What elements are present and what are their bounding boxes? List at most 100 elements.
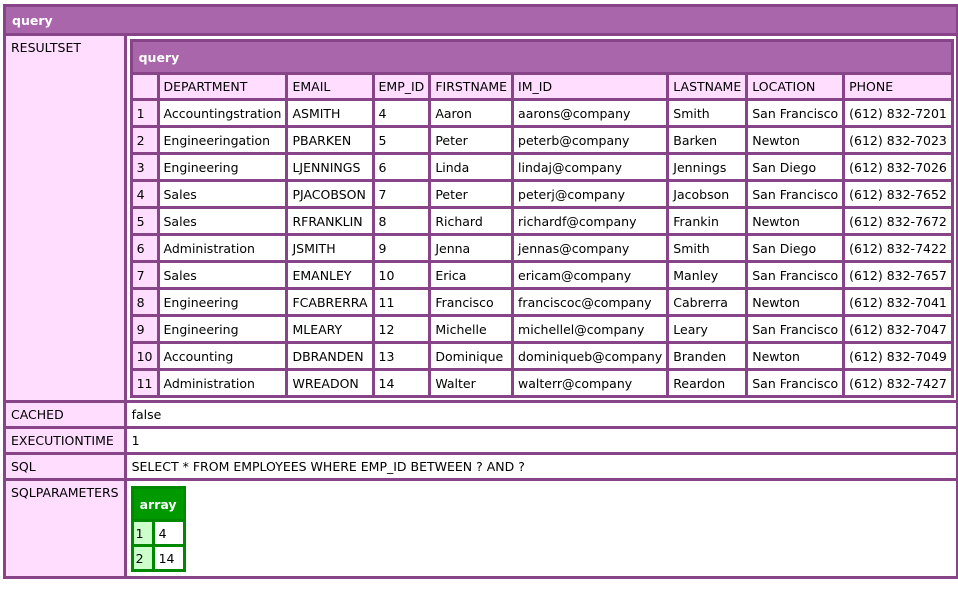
- cell-location: San Francisco: [748, 371, 843, 395]
- table-row: 5 Sales RFRANKLIN 8 Richard richardf@company F…: [132, 209, 951, 233]
- cell-email: PJACOBSON: [288, 182, 372, 206]
- cell-emp-id: 5: [374, 128, 429, 152]
- executiontime-value: 1: [126, 429, 956, 452]
- table-row: 10 Accounting DBRANDEN 13 Dominique dominique…: [132, 344, 951, 368]
- resultset-title[interactable]: query: [132, 42, 951, 72]
- sqlparameters-array: array 1 4 2 14: [130, 486, 186, 572]
- cell-email: EMANLEY: [288, 263, 372, 287]
- cell-department: Administration: [159, 236, 286, 260]
- cell-email: DBRANDEN: [288, 344, 372, 368]
- sql-value: SELECT * FROM EMPLOYEES WHERE EMP_ID BET…: [126, 455, 956, 478]
- array-item: 14: [133, 522, 183, 544]
- cell-location: Newton: [748, 128, 843, 152]
- column-header-emp-id: EMP_ID: [374, 75, 429, 98]
- cell-location: Newton: [748, 290, 843, 314]
- row-number[interactable]: 11: [132, 371, 157, 395]
- cell-emp-id: 14: [374, 371, 429, 395]
- cell-email: FCABRERRA: [288, 290, 372, 314]
- cell-firstname: Linda: [431, 155, 512, 179]
- row-number[interactable]: 7: [132, 263, 157, 287]
- sqlparameters-row: SQLPARAMETERS array 1 4 2 14: [6, 481, 956, 576]
- cell-firstname: Walter: [431, 371, 512, 395]
- table-row: 9 Engineering MLEARY 12 Michelle michellel@co…: [132, 317, 951, 341]
- column-header-email: EMAIL: [288, 75, 372, 98]
- cell-phone: (612) 832-7023: [845, 128, 951, 152]
- cell-emp-id: 13: [374, 344, 429, 368]
- resultset-value: query DEPARTMENT EMAIL EMP_ID FIRSTNAME IM_I…: [126, 36, 956, 400]
- column-header-firstname: FIRSTNAME: [431, 75, 512, 98]
- cached-value: false: [126, 403, 956, 426]
- cell-firstname: Francisco: [431, 290, 512, 314]
- cell-im-id: ericam@company: [514, 263, 667, 287]
- cell-lastname: Leary: [669, 317, 746, 341]
- cell-lastname: Reardon: [669, 371, 746, 395]
- row-number[interactable]: 1: [132, 101, 157, 125]
- cell-im-id: michellel@company: [514, 317, 667, 341]
- executiontime-label[interactable]: EXECUTIONTIME: [6, 429, 124, 452]
- cell-lastname: Frankin: [669, 209, 746, 233]
- resultset-label[interactable]: RESULTSET: [6, 36, 124, 400]
- cell-im-id: richardf@company: [514, 209, 667, 233]
- cached-row: CACHED false: [6, 403, 956, 426]
- column-header-im-id: IM_ID: [514, 75, 667, 98]
- cell-phone: (612) 832-7427: [845, 371, 951, 395]
- sql-label[interactable]: SQL: [6, 455, 124, 478]
- cached-label[interactable]: CACHED: [6, 403, 124, 426]
- cell-department: Engineering: [159, 317, 286, 341]
- cell-location: San Diego: [748, 155, 843, 179]
- cell-lastname: Jennings: [669, 155, 746, 179]
- cell-firstname: Dominique: [431, 344, 512, 368]
- cell-email: WREADON: [288, 371, 372, 395]
- cell-firstname: Peter: [431, 182, 512, 206]
- cell-im-id: jennas@company: [514, 236, 667, 260]
- row-number[interactable]: 5: [132, 209, 157, 233]
- array-index[interactable]: 2: [133, 547, 152, 569]
- cell-phone: (612) 832-7422: [845, 236, 951, 260]
- cell-im-id: peterj@company: [514, 182, 667, 206]
- sql-row: SQL SELECT * FROM EMPLOYEES WHERE EMP_ID…: [6, 455, 956, 478]
- cell-emp-id: 10: [374, 263, 429, 287]
- cell-department: Engineering: [159, 155, 286, 179]
- row-number[interactable]: 6: [132, 236, 157, 260]
- table-row: 2 Engineeringation PBARKEN 5 Peter peterb@com…: [132, 128, 951, 152]
- row-number[interactable]: 2: [132, 128, 157, 152]
- resultset-table: query DEPARTMENT EMAIL EMP_ID FIRSTNAME IM_I…: [129, 39, 954, 398]
- row-number[interactable]: 9: [132, 317, 157, 341]
- cell-lastname: Smith: [669, 101, 746, 125]
- cell-firstname: Jenna: [431, 236, 512, 260]
- cell-phone: (612) 832-7026: [845, 155, 951, 179]
- row-number[interactable]: 10: [132, 344, 157, 368]
- cell-firstname: Michelle: [431, 317, 512, 341]
- array-title[interactable]: array: [133, 489, 183, 519]
- cell-emp-id: 6: [374, 155, 429, 179]
- row-number[interactable]: 4: [132, 182, 157, 206]
- cell-im-id: lindaj@company: [514, 155, 667, 179]
- table-row: 7 Sales EMANLEY 10 Erica ericam@company Manley…: [132, 263, 951, 287]
- cell-firstname: Peter: [431, 128, 512, 152]
- cell-location: San Francisco: [748, 317, 843, 341]
- cell-department: Engineering: [159, 290, 286, 314]
- cell-im-id: aarons@company: [514, 101, 667, 125]
- cell-department: Administration: [159, 371, 286, 395]
- cell-location: San Francisco: [748, 263, 843, 287]
- array-value: 14: [154, 547, 183, 569]
- cell-emp-id: 8: [374, 209, 429, 233]
- array-index[interactable]: 1: [133, 522, 152, 544]
- cell-phone: (612) 832-7672: [845, 209, 951, 233]
- cell-phone: (612) 832-7041: [845, 290, 951, 314]
- cell-department: Sales: [159, 263, 286, 287]
- row-number[interactable]: 3: [132, 155, 157, 179]
- cell-firstname: Erica: [431, 263, 512, 287]
- table-row: 11 Administration WREADON 14 Walter walterr@c…: [132, 371, 951, 395]
- query-dump: query RESULTSET query DEPARTMENT EMAIL EMP…: [3, 4, 958, 579]
- sqlparameters-label[interactable]: SQLPARAMETERS: [6, 481, 124, 576]
- cell-department: Sales: [159, 182, 286, 206]
- query-dump-title[interactable]: query: [6, 7, 956, 33]
- table-row: 6 Administration JSMITH 9 Jenna jennas@compan…: [132, 236, 951, 260]
- cell-lastname: Manley: [669, 263, 746, 287]
- cell-department: Sales: [159, 209, 286, 233]
- cell-emp-id: 11: [374, 290, 429, 314]
- cell-lastname: Barken: [669, 128, 746, 152]
- row-number[interactable]: 8: [132, 290, 157, 314]
- executiontime-row: EXECUTIONTIME 1: [6, 429, 956, 452]
